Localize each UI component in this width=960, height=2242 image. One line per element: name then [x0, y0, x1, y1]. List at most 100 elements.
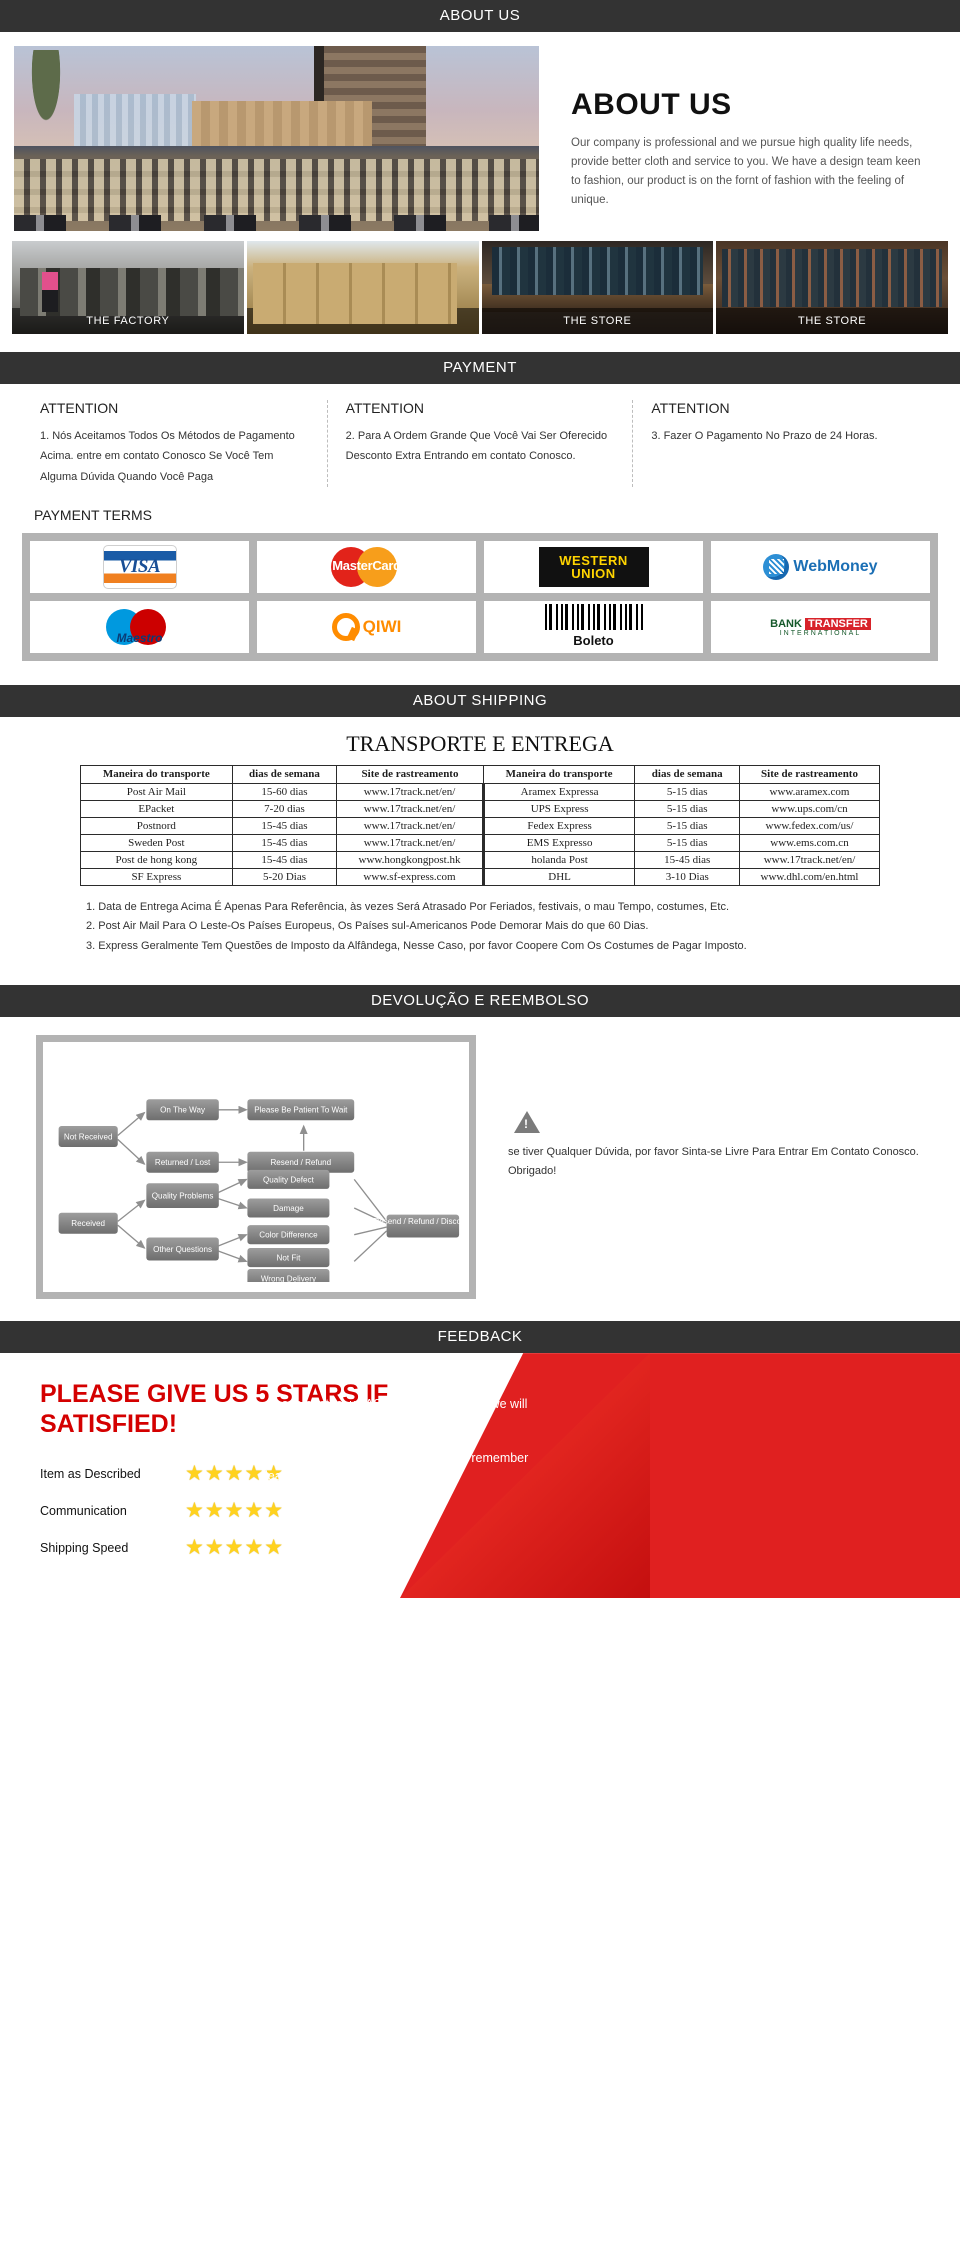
hero-cars [14, 215, 539, 231]
attention-body: 1. Nós Aceitamos Todos Os Métodos de Pag… [40, 430, 295, 483]
thumbnail-store-1[interactable]: Store No.: 1361307 THE STORE [481, 241, 714, 334]
attention-body: 3. Fazer O Pagamento No Prazo de 24 Hora… [651, 430, 878, 442]
about-us-section-bar: ABOUT US [0, 0, 960, 32]
shipping-col-header: dias de semana [231, 765, 338, 784]
shipping-note: 3. Express Geralmente Tem Questões de Im… [86, 940, 747, 953]
webmoney-label: WebMoney [793, 558, 878, 576]
shipping-col-header: Site de rastreamento [336, 765, 484, 784]
table-row: EPacket 7-20 dias www.17track.net/en/ UP… [80, 799, 880, 818]
returns-content: Not Received Received On The Way Returne… [0, 1017, 960, 1321]
shipping-content: TRANSPORTE E ENTREGA Maneira do transpor… [0, 717, 960, 985]
payment-section-bar: PAYMENT [0, 352, 960, 384]
thumbnail-watermark: Store No.: 1361307 [93, 271, 163, 280]
bank-transfer-sub: INTERNATIONAL [779, 629, 862, 637]
table-cell: www.fedex.com/us/ [739, 816, 880, 835]
table-row: Postnord 15-45 dias www.17track.net/en/ … [80, 816, 880, 835]
shipping-table-body: Post Air Mail 15-60 dias www.17track.net… [80, 782, 880, 886]
table-cell: www.17track.net/en/ [739, 850, 880, 869]
mastercard-icon: MasterCard [311, 545, 423, 589]
visa-card-icon: VISA [102, 545, 177, 590]
table-cell: 15-45 dias [231, 850, 338, 869]
qiwi-icon: QIWI [331, 613, 401, 642]
table-cell: 15-60 dias [231, 782, 338, 801]
thumbnail-factory-1[interactable]: Store No.: 1361307 THE FACTORY [12, 241, 244, 334]
flow-node-label: Resend / Refund / Discount [373, 1217, 461, 1226]
flow-node-label: Received [71, 1219, 105, 1228]
table-cell: Post de hong kong [80, 850, 233, 869]
attention-body: 2. Para A Ordem Grande Que Você Vai Ser … [345, 430, 608, 463]
shipping-section-bar: ABOUT SHIPPING [0, 685, 960, 718]
thumbnail-caption: THE STORE [716, 308, 948, 334]
attention-title: ATTENTION [345, 400, 424, 416]
thumbnail-watermark: Store No.: 1361307 [797, 271, 867, 280]
thumbnail-store-2[interactable]: Store No.: 1361307 THE STORE [716, 241, 948, 334]
flow-connector [353, 1230, 388, 1262]
shipping-col-header: dias de semana [634, 765, 740, 784]
western-union-line2: UNION [571, 566, 616, 582]
bank-transfer-line1: BANK TRANSFER [770, 617, 871, 630]
shipping-note: 1. Data de Entrega Acima É Apenas Para R… [86, 900, 730, 913]
flow-node-label: Not Received [64, 1132, 113, 1141]
western-union-label: WESTERN UNION [559, 554, 628, 580]
flow-node-label: Wrong Delivery [261, 1274, 317, 1282]
qiwi-q-mark [331, 613, 360, 642]
western-union-logo: WESTERN UNION [484, 541, 703, 594]
boleto-logo: Boleto [484, 601, 703, 654]
rating-label: Communication [40, 1503, 127, 1518]
payment-terms-title: PAYMENT TERMS [34, 507, 152, 524]
table-cell: Postnord [80, 816, 233, 835]
attention-block-2: ATTENTION 2. Para A Ordem Grande Que Voc… [326, 400, 633, 488]
table-cell: 5-15 dias [634, 833, 740, 852]
qiwi-logo: QIWI [257, 601, 476, 654]
returns-note-text: se tiver Qualquer Dúvida, por favor Sint… [508, 1146, 919, 1177]
bank-word-transfer: TRANSFER [804, 617, 871, 630]
feedback-message-2: If you satisfied with the Items，lease re… [265, 1451, 529, 1484]
flow-node-label: Quality Problems [152, 1192, 214, 1201]
table-cell: holanda Post [481, 850, 636, 869]
maestro-label: Maestro [116, 631, 163, 646]
feedback-message-1: please contact us ASAP if not satisfied，… [265, 1397, 528, 1430]
thumbnail-watermark: Store No.: 1361307 [562, 271, 633, 280]
table-cell: 15-45 dias [231, 816, 338, 835]
feedback-content: PLEASE GIVE US 5 STARS IF SATISFIED! Ite… [0, 1353, 960, 1599]
flow-connector [354, 1226, 387, 1236]
table-cell: Sweden Post [80, 833, 233, 852]
shipping-col-header: Maneira do transporte [80, 765, 233, 784]
flow-connector [217, 1197, 248, 1210]
flow-connector [217, 1250, 248, 1263]
table-cell: EMS Expresso [481, 833, 636, 852]
flow-node-label: Color Difference [259, 1231, 318, 1240]
about-hero-image [14, 46, 539, 231]
table-cell: Fedex Express [481, 816, 636, 835]
table-cell: 3-10 Dias [634, 867, 740, 886]
flow-node-label: Resend / Refund [270, 1158, 331, 1167]
barcode-icon [544, 604, 643, 631]
table-cell: www.17track.net/en/ [336, 833, 484, 852]
flow-node-label: Not Fit [276, 1254, 301, 1263]
mastercard-label: MasterCard [332, 558, 401, 574]
table-cell: www.aramex.com [739, 782, 880, 801]
shipping-notes: 1. Data de Entrega Acima É Apenas Para R… [0, 886, 960, 975]
shipping-note: 2. Post Air Mail Para O Leste-Os Países … [86, 920, 649, 933]
thumbnail-factory-2[interactable]: Store No.: 1361307 THE FACTORY [246, 241, 479, 334]
about-us-heading: ABOUT US [571, 88, 732, 121]
feedback-section-bar: FEEDBACK [0, 1321, 960, 1354]
table-cell: www.ems.com.cn [739, 833, 880, 852]
payment-attention-row: ATTENTION 1. Nós Aceitamos Todos Os Méto… [0, 384, 960, 493]
table-cell: www.hongkongpost.hk [336, 850, 484, 869]
feedback-message-block: please contact us ASAP if not satisfied，… [265, 1395, 535, 1504]
table-row: Sweden Post 15-45 dias www.17track.net/e… [80, 833, 880, 852]
maestro-logo: Maestro [30, 601, 249, 654]
table-cell: 7-20 dias [231, 799, 338, 818]
webmoney-dot [763, 554, 790, 581]
attention-title: ATTENTION [651, 400, 730, 416]
flow-node-label: Damage [273, 1204, 304, 1213]
boleto-label: Boleto [573, 633, 614, 649]
table-cell: www.sf-express.com [336, 867, 484, 886]
rating-label: Shipping Speed [40, 1540, 129, 1555]
rating-row-shipping-speed: Shipping Speed ★★★★★ [40, 1535, 430, 1560]
thumbnail-caption: THE STORE [481, 308, 714, 334]
product-description-page: ABOUT US ABOUT US Our company is profess… [0, 0, 960, 1599]
returns-flowchart: Not Received Received On The Way Returne… [36, 1035, 476, 1300]
returns-side-note: se tiver Qualquer Dúvida, por favor Sint… [494, 1035, 940, 1180]
